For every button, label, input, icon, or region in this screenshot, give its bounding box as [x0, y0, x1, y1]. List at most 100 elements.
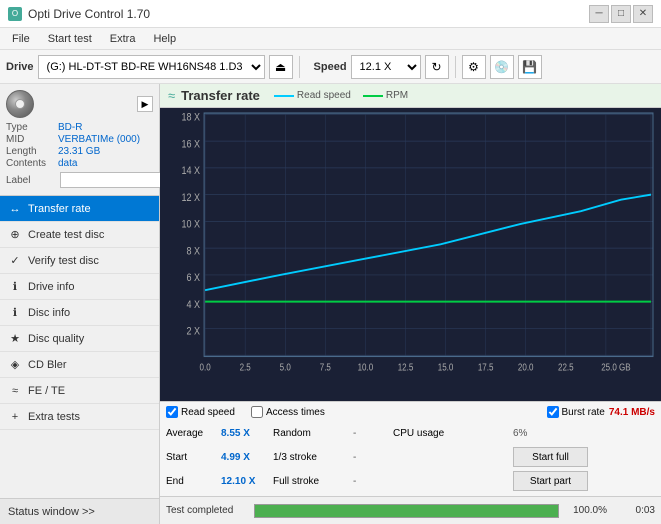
full-stroke-label: Full stroke — [273, 476, 353, 487]
disc-nav-button[interactable]: ▶ — [137, 96, 153, 112]
nav-item-verify-test-disc[interactable]: ✓ Verify test disc — [0, 248, 159, 274]
status-window-label: Status window >> — [8, 506, 95, 518]
start-label: Start — [166, 452, 221, 463]
svg-text:18 X: 18 X — [182, 112, 201, 124]
chart-icon: ≈ — [168, 88, 175, 103]
chart-header: ≈ Transfer rate Read speed RPM — [160, 84, 661, 108]
settings-button[interactable]: ⚙ — [462, 55, 486, 79]
progress-percent: 100.0% — [567, 505, 607, 516]
stats-row-end: End 12.10 X Full stroke - Start part — [166, 470, 655, 492]
legend-read-speed-label: Read speed — [297, 90, 351, 101]
access-times-checkbox-label[interactable]: Access times — [251, 406, 325, 418]
disc-mid-row: MID VERBATIMe (000) — [6, 134, 153, 145]
nav-item-transfer-rate-label: Transfer rate — [28, 203, 91, 215]
chart-area: 18 X 16 X 14 X 12 X 10 X 8 X 6 X 4 X 2 X… — [160, 108, 661, 401]
disc-contents-row: Contents data — [6, 158, 153, 169]
start-part-button[interactable]: Start part — [513, 471, 588, 491]
access-times-checkbox[interactable] — [251, 406, 263, 418]
nav-item-create-test-disc[interactable]: ⊕ Create test disc — [0, 222, 159, 248]
read-speed-checkbox-label-text: Read speed — [181, 407, 235, 418]
average-value: 8.55 X — [221, 428, 273, 439]
menu-start-test[interactable]: Start test — [40, 29, 100, 49]
svg-text:8 X: 8 X — [187, 246, 201, 258]
read-speed-checkbox[interactable] — [166, 406, 178, 418]
random-value: - — [353, 428, 393, 439]
disc-label-label: Label — [6, 175, 58, 186]
cd-bler-icon: ◈ — [8, 358, 22, 372]
eject-button[interactable]: ⏏ — [269, 55, 293, 79]
svg-text:10.0: 10.0 — [358, 362, 374, 373]
content-area: ≈ Transfer rate Read speed RPM — [160, 84, 661, 524]
nav-item-extra-tests-label: Extra tests — [28, 411, 80, 423]
stroke-1-3-value: - — [353, 452, 393, 463]
toolbar-sep-2 — [455, 56, 456, 78]
close-button[interactable]: ✕ — [633, 5, 653, 23]
disc-contents-value: data — [58, 158, 77, 169]
verify-test-disc-icon: ✓ — [8, 254, 22, 268]
chart-title: Transfer rate — [181, 88, 260, 103]
nav-item-extra-tests[interactable]: + Extra tests — [0, 404, 159, 430]
progress-bar-container — [254, 504, 559, 518]
status-window-button[interactable]: Status window >> — [0, 498, 159, 524]
random-label: Random — [273, 428, 353, 439]
svg-text:22.5: 22.5 — [558, 362, 574, 373]
chart-svg: 18 X 16 X 14 X 12 X 10 X 8 X 6 X 4 X 2 X… — [160, 108, 661, 401]
svg-text:4 X: 4 X — [187, 299, 201, 311]
nav-item-disc-quality[interactable]: ★ Disc quality — [0, 326, 159, 352]
drive-info-icon: ℹ — [8, 280, 22, 294]
main-layout: ▶ Type BD-R MID VERBATIMe (000) Length 2… — [0, 84, 661, 524]
menu-extra[interactable]: Extra — [102, 29, 144, 49]
sidebar: ▶ Type BD-R MID VERBATIMe (000) Length 2… — [0, 84, 160, 524]
nav-item-create-test-disc-label: Create test disc — [28, 229, 104, 241]
stats-row-average: Average 8.55 X Random - CPU usage 6% — [166, 422, 655, 444]
minimize-button[interactable]: ─ — [589, 5, 609, 23]
end-value: 12.10 X — [221, 476, 273, 487]
nav-item-cd-bler[interactable]: ◈ CD Bler — [0, 352, 159, 378]
stats-area: Read speed Access times Burst rate 74.1 … — [160, 401, 661, 496]
svg-text:25.0 GB: 25.0 GB — [601, 362, 630, 373]
nav-items: ↔ Transfer rate ⊕ Create test disc ✓ Ver… — [0, 196, 159, 498]
disc-info-icon: ℹ — [8, 306, 22, 320]
menu-file[interactable]: File — [4, 29, 38, 49]
end-label: End — [166, 476, 221, 487]
legend-rpm: RPM — [363, 90, 408, 101]
disc-length-value: 23.31 GB — [58, 146, 100, 157]
drive-select[interactable]: (G:) HL-DT-ST BD-RE WH16NS48 1.D3 — [38, 55, 265, 79]
menu-help[interactable]: Help — [145, 29, 184, 49]
disc-button[interactable]: 💿 — [490, 55, 514, 79]
stroke-1-3-label: 1/3 stroke — [273, 452, 353, 463]
chart-legend: Read speed RPM — [274, 90, 408, 101]
svg-text:6 X: 6 X — [187, 272, 201, 284]
save-button[interactable]: 💾 — [518, 55, 542, 79]
disc-type-value: BD-R — [58, 122, 82, 133]
progress-status: Test completed — [166, 505, 246, 516]
nav-item-fe-te-label: FE / TE — [28, 385, 65, 397]
titlebar-left: O Opti Drive Control 1.70 — [8, 7, 150, 21]
burst-rate-display: Burst rate 74.1 MB/s — [547, 406, 656, 418]
svg-text:7.5: 7.5 — [320, 362, 331, 373]
nav-item-fe-te[interactable]: ≈ FE / TE — [0, 378, 159, 404]
speed-select[interactable]: 12.1 X MAX 1X 2X 4X 6X 8X — [351, 55, 421, 79]
stats-checkboxes: Read speed Access times Burst rate 74.1 … — [166, 406, 655, 418]
burst-rate-checkbox-label[interactable]: Burst rate — [547, 406, 605, 418]
drive-label: Drive — [6, 61, 34, 73]
svg-text:20.0: 20.0 — [518, 362, 534, 373]
stats-row-start: Start 4.99 X 1/3 stroke - Start full — [166, 446, 655, 468]
disc-type-label: Type — [6, 122, 58, 133]
refresh-button[interactable]: ↻ — [425, 55, 449, 79]
burst-rate-checkbox[interactable] — [547, 406, 559, 418]
read-speed-checkbox-label[interactable]: Read speed — [166, 406, 235, 418]
nav-item-drive-info[interactable]: ℹ Drive info — [0, 274, 159, 300]
average-label: Average — [166, 428, 221, 439]
create-test-disc-icon: ⊕ — [8, 228, 22, 242]
maximize-button[interactable]: □ — [611, 5, 631, 23]
app-title: Opti Drive Control 1.70 — [28, 7, 150, 21]
start-full-button[interactable]: Start full — [513, 447, 588, 467]
legend-read-speed-color — [274, 95, 294, 97]
svg-text:12.5: 12.5 — [398, 362, 414, 373]
svg-text:5.0: 5.0 — [280, 362, 291, 373]
nav-item-disc-info[interactable]: ℹ Disc info — [0, 300, 159, 326]
nav-item-transfer-rate[interactable]: ↔ Transfer rate — [0, 196, 159, 222]
disc-icon — [6, 90, 34, 118]
disc-mid-label: MID — [6, 134, 58, 145]
